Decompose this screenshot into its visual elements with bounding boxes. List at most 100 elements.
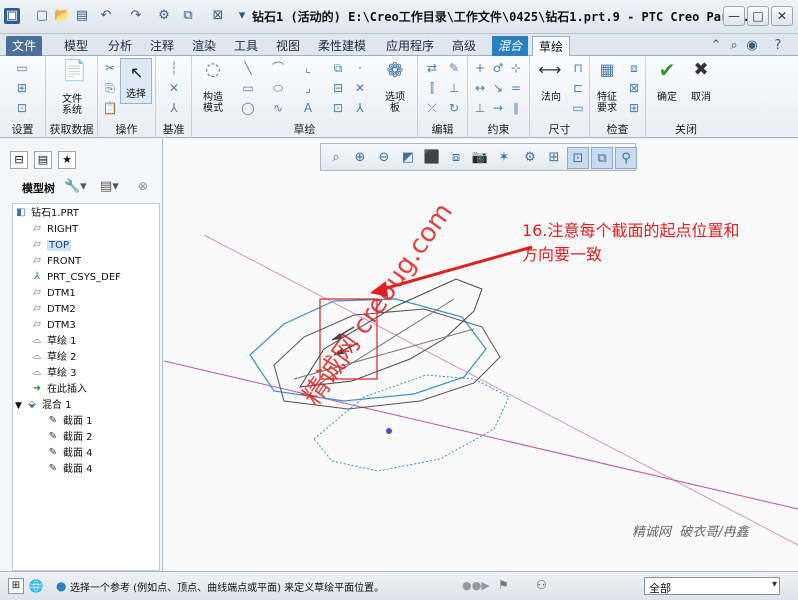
zoom-out-icon[interactable]: ⊖	[373, 147, 395, 169]
customize-qa-icon[interactable]: ▾	[234, 8, 250, 24]
cut-icon[interactable]: ✂	[102, 60, 118, 76]
tree-settings-icon[interactable]: 🔧▾	[64, 179, 87, 194]
datum-display-icon[interactable]: ✶	[493, 147, 515, 169]
settings-icon[interactable]: ◉	[744, 38, 760, 54]
offset-icon[interactable]: ⧉	[330, 60, 346, 76]
corner-icon[interactable]: ⊥	[446, 80, 462, 96]
navigator-toggle-icon[interactable]: ⊞	[8, 578, 24, 594]
file-system-icon[interactable]: 📄	[62, 60, 87, 86]
open-icon[interactable]: 📂	[54, 8, 70, 24]
tab-model[interactable]: 模型	[58, 36, 94, 56]
help-icon[interactable]: ?	[770, 38, 786, 54]
folder-browser-tab-icon[interactable]: ▤	[34, 151, 52, 169]
csys-icon[interactable]: ⅄	[352, 100, 368, 116]
file-system-button[interactable]: 文件 系统	[50, 94, 94, 116]
feature-requirements-button[interactable]: 特征 要求	[592, 92, 622, 114]
symmetric-constraint-icon[interactable]: ⊹	[508, 60, 524, 76]
reference-dim-icon[interactable]: ▭	[570, 100, 586, 116]
cancel-x-icon[interactable]: ✖	[690, 61, 712, 84]
rotate-resize-icon[interactable]: ↻	[446, 100, 462, 116]
perimeter-icon[interactable]: ⊓	[570, 60, 586, 76]
tree-item[interactable]: ▱ DTM3	[31, 318, 76, 334]
regenerate-icon[interactable]: ⚙	[156, 8, 172, 24]
annotation-display-icon[interactable]: ⚙	[519, 147, 541, 169]
ellipse-icon[interactable]: ⬭	[270, 80, 286, 96]
favorites-tab-icon[interactable]: ★	[58, 151, 76, 169]
selection-filter-dropdown[interactable]: 全部 ▾	[644, 577, 780, 595]
tab-flexible-modeling[interactable]: 柔性建模	[312, 36, 372, 56]
tree-item[interactable]: ◧ 钻石1.PRT	[15, 206, 79, 222]
flag-icon[interactable]: ⚑	[498, 578, 509, 592]
normal-dimension-button[interactable]: 法向	[536, 92, 566, 103]
find-icon[interactable]: ⚇	[536, 578, 547, 592]
tangent-constraint-icon[interactable]: ♂	[490, 60, 506, 76]
windows-icon[interactable]: ⧉	[180, 8, 196, 24]
tab-blend[interactable]: 混合	[492, 36, 529, 56]
tree-item[interactable]: ⌓ 草绘 3	[31, 366, 77, 382]
save-icon[interactable]: ▤	[74, 8, 90, 24]
centerline-icon[interactable]: ┆	[166, 60, 182, 76]
text-icon[interactable]: A	[300, 100, 316, 116]
arc-icon[interactable]: ⌒	[270, 60, 286, 76]
tab-file[interactable]: 文件	[6, 36, 43, 56]
close-button[interactable]: ✕	[771, 6, 793, 26]
spline-icon[interactable]: ∿	[270, 100, 286, 116]
expand-icon[interactable]: ▼	[15, 401, 22, 411]
tab-analysis[interactable]: 分析	[102, 36, 138, 56]
saved-orientations-icon[interactable]: ⧈	[445, 147, 467, 169]
redo-icon[interactable]: ↷	[128, 8, 144, 24]
feature-requirements-icon[interactable]: ▦	[596, 62, 618, 84]
sketcher-display-icon[interactable]: ⧉	[591, 147, 613, 169]
tab-tools[interactable]: 工具	[228, 36, 264, 56]
refit-icon[interactable]: ⌕	[325, 147, 347, 169]
minimize-ribbon-icon[interactable]: ⌃	[708, 38, 724, 54]
zoom-in-icon[interactable]: ⊕	[349, 147, 371, 169]
ok-check-icon[interactable]: ✔	[656, 60, 678, 84]
tree-item[interactable]: ✎ 截面 4	[47, 446, 93, 462]
maximize-button[interactable]: □	[747, 6, 769, 26]
display-style-icon[interactable]: ⬛	[421, 147, 443, 169]
tree-item[interactable]: ▱ RIGHT	[31, 222, 78, 238]
center-point-icon[interactable]: ·	[352, 60, 368, 76]
new-icon[interactable]: ▢	[34, 8, 50, 24]
divide-icon[interactable]: ⤫	[424, 100, 440, 116]
search-icon[interactable]: ⌕	[726, 38, 742, 54]
equal-constraint-icon[interactable]: =	[508, 80, 524, 96]
highlight-open-ends-icon[interactable]: ⊠	[626, 80, 642, 96]
tree-filter-icon[interactable]: ⊗	[138, 179, 148, 193]
coincident-constraint-icon[interactable]: →	[490, 100, 506, 116]
palette-icon[interactable]: ❁	[382, 60, 408, 88]
normal-dimension-icon[interactable]: ⟷	[538, 62, 562, 84]
model-tree-tab-icon[interactable]: ⊟	[10, 151, 28, 169]
tree-item[interactable]: ▱ DTM2	[31, 302, 76, 318]
modify-icon[interactable]: ⇄	[424, 60, 440, 76]
spin-center-icon[interactable]: ⊞	[543, 147, 565, 169]
construction-mode-icon[interactable]: ◌	[202, 61, 224, 84]
vertical-constraint-icon[interactable]: +	[472, 60, 488, 76]
overlap-geometry-icon[interactable]: ⧈	[626, 60, 642, 76]
ok-button[interactable]: 确定	[652, 92, 682, 103]
thicken-icon[interactable]: ⊟	[330, 80, 346, 96]
tree-item[interactable]: ▱ DTM1	[31, 286, 76, 302]
select-button[interactable]: ↖ 选择	[120, 58, 152, 104]
circle-icon[interactable]: ◯	[240, 100, 256, 116]
delete-segment-icon[interactable]: ✎	[446, 60, 462, 76]
repaint-icon[interactable]: ◩	[397, 147, 419, 169]
tree-item[interactable]: ▼ ⬙ 混合 1	[15, 398, 71, 414]
sketch-view-icon[interactable]: ⊡	[567, 147, 589, 169]
construction-mode-button[interactable]: 构造 模式	[196, 92, 230, 114]
tab-advanced[interactable]: 高级	[446, 36, 482, 56]
tab-applications[interactable]: 应用程序	[380, 36, 440, 56]
sketch-view-icon[interactable]: ⊡	[14, 100, 30, 116]
tree-item[interactable]: ✎ 截面 2	[47, 430, 93, 446]
sketcher-constraints-icon[interactable]: ⚲	[615, 147, 637, 169]
project-icon[interactable]: ⊡	[330, 100, 346, 116]
close-window-icon[interactable]: ⊠	[210, 8, 226, 24]
tree-item[interactable]: ▱ TOP	[31, 238, 72, 254]
undo-icon[interactable]: ↶	[98, 8, 114, 24]
browser-toggle-icon[interactable]: 🌐	[28, 578, 44, 594]
baseline-icon[interactable]: ⊏	[570, 80, 586, 96]
graphics-window[interactable]: 精诚网 creoug.com ⌕ ⊕ ⊖ ◩ ⬛ ⧈ 📷 ✶ ⚙ ⊞ ⊡ ⧉ ⚲…	[164, 139, 798, 571]
mirror-icon[interactable]: ⫿	[424, 80, 440, 96]
copy-icon[interactable]: ⎘	[102, 80, 118, 96]
